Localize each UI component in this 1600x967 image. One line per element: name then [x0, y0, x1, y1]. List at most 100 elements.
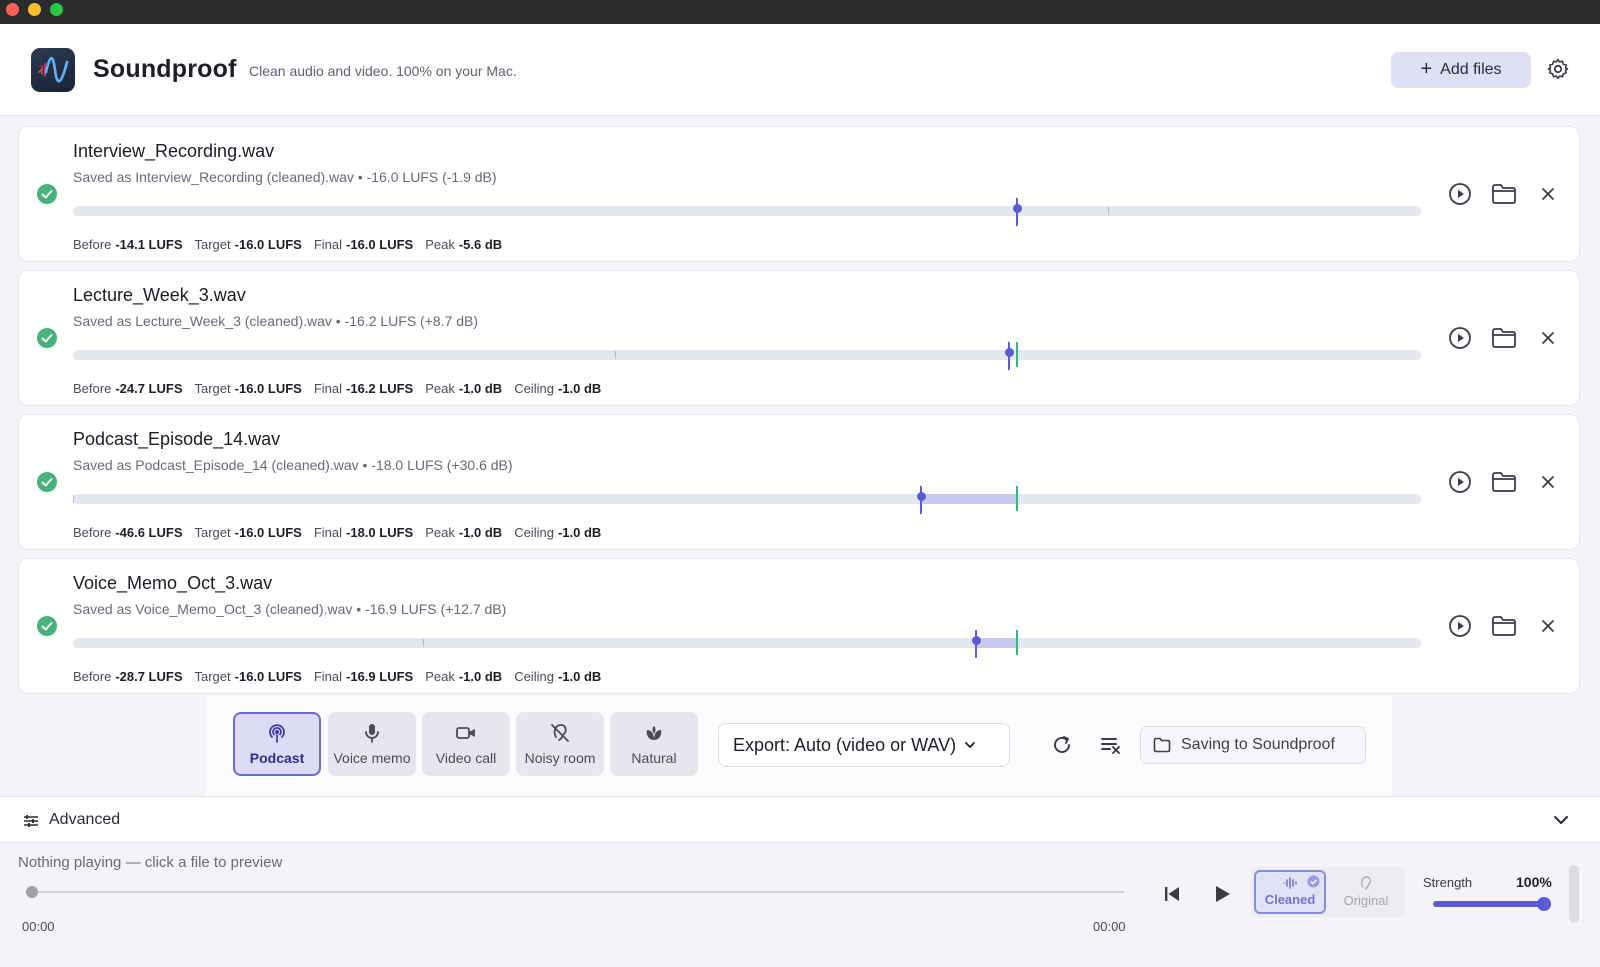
reprocess-button[interactable] [1046, 729, 1078, 761]
export-format-dropdown[interactable]: Export: Auto (video or WAV) [718, 723, 1010, 767]
skip-back-icon[interactable] [1163, 885, 1181, 903]
reveal-in-folder-button[interactable] [1482, 179, 1526, 209]
close-icon [1542, 620, 1554, 632]
gear-icon[interactable] [1546, 57, 1570, 81]
play-circle-icon [1449, 183, 1471, 205]
folder-icon [1492, 616, 1516, 636]
add-files-button[interactable]: + Add files [1391, 52, 1531, 88]
export-format-label: Export: Auto (video or WAV) [733, 734, 957, 755]
play-file-button[interactable] [1438, 179, 1482, 209]
play-file-button[interactable] [1438, 323, 1482, 353]
file-card[interactable]: Podcast_Episode_14.wav Saved as Podcast_… [18, 414, 1580, 550]
reveal-in-folder-button[interactable] [1482, 323, 1526, 353]
close-window-button[interactable] [6, 3, 19, 16]
file-card[interactable]: Lecture_Week_3.wav Saved as Lecture_Week… [18, 270, 1580, 406]
current-time: 00:00 [22, 919, 55, 934]
preset-label: Podcast [249, 750, 305, 766]
play-file-button[interactable] [1438, 611, 1482, 641]
advanced-section-toggle[interactable]: Advanced [0, 796, 1600, 843]
saved-as-text: Saved as Podcast_Episode_14 (cleaned).wa… [73, 457, 513, 473]
final-dot [972, 636, 981, 645]
file-card[interactable]: Interview_Recording.wav Saved as Intervi… [18, 126, 1580, 262]
preset-toolbar: Podcast Voice memo Video call Noisy room… [206, 696, 1392, 796]
video-camera-icon [456, 727, 475, 739]
clear-list-icon [1101, 738, 1120, 754]
remove-file-button[interactable] [1526, 467, 1570, 497]
microphone-icon [365, 724, 379, 743]
playback-scrubber[interactable] [26, 886, 1124, 898]
clear-list-button[interactable] [1095, 729, 1127, 761]
before-tick [73, 495, 74, 503]
preset-label: Voice memo [333, 750, 411, 766]
waveform-logo-icon [38, 56, 69, 83]
scrubber-thumb[interactable] [26, 886, 38, 898]
preset-label: Video call [435, 750, 497, 766]
reveal-in-folder-button[interactable] [1482, 467, 1526, 497]
remove-file-button[interactable] [1526, 611, 1570, 641]
folder-icon [1492, 328, 1516, 348]
loudness-stats: Before -24.7 LUFS Target -16.0 LUFS Final -… [73, 381, 602, 396]
check-badge-icon [1307, 875, 1320, 888]
loudness-track [73, 486, 1421, 514]
file-name: Interview_Recording.wav [73, 141, 275, 161]
app-logo [31, 48, 75, 92]
play-icon[interactable] [1212, 884, 1232, 904]
waveform-icon [1283, 877, 1297, 889]
preset-video-call[interactable]: Video call [422, 712, 510, 776]
app-window: Soundproof Clean audio and video. 100% o… [0, 24, 1600, 967]
play-circle-icon [1449, 615, 1471, 637]
preset-podcast[interactable]: Podcast [233, 712, 321, 776]
ear-off-icon [551, 724, 569, 742]
strength-value: 100% [1516, 874, 1552, 890]
play-circle-icon [1449, 471, 1471, 493]
file-card[interactable]: Voice_Memo_Oct_3.wav Saved as Voice_Memo… [18, 558, 1580, 694]
leaf-icon [646, 726, 662, 740]
now-playing-text: Nothing playing — click a file to previe… [18, 854, 283, 871]
before-tick [423, 639, 424, 647]
play-file-button[interactable] [1438, 467, 1482, 497]
loudness-stats: Before -14.1 LUFS Target -16.0 LUFS Final -… [73, 237, 503, 252]
target-marker [1016, 342, 1018, 367]
play-circle-icon [1449, 327, 1471, 349]
loudness-track [73, 630, 1421, 658]
folder-icon [1492, 472, 1516, 492]
preset-voice-memo[interactable]: Voice memo [328, 712, 416, 776]
loudness-track [73, 198, 1421, 226]
preset-label: Noisy room [524, 750, 596, 766]
file-name: Lecture_Week_3.wav [73, 285, 246, 305]
chevron-down-icon [1554, 816, 1568, 824]
file-name: Voice_Memo_Oct_3.wav [73, 573, 273, 593]
ear-icon [1360, 876, 1371, 890]
before-tick [1108, 207, 1109, 215]
zoom-window-button[interactable] [50, 3, 63, 16]
add-files-label: Add files [1440, 61, 1502, 78]
loudness-track [73, 342, 1421, 370]
success-check-icon [37, 616, 57, 636]
saved-as-text: Saved as Lecture_Week_3 (cleaned).wav • … [73, 313, 479, 329]
remove-file-button[interactable] [1526, 323, 1570, 353]
close-icon [1542, 476, 1554, 488]
loudness-stats: Before -28.7 LUFS Target -16.0 LUFS Final -… [73, 669, 602, 684]
minimize-window-button[interactable] [28, 3, 41, 16]
success-check-icon [37, 328, 57, 348]
reveal-in-folder-button[interactable] [1482, 611, 1526, 641]
original-toggle[interactable]: Original [1330, 870, 1402, 914]
target-marker [1016, 486, 1018, 511]
strength-slider[interactable] [1433, 897, 1551, 911]
gain-fill [976, 638, 1017, 648]
chevron-down-icon [965, 742, 975, 749]
strength-slider-thumb[interactable] [1537, 897, 1551, 911]
output-folder-label: Saving to Soundproof [1181, 736, 1335, 753]
preset-natural[interactable]: Natural [610, 712, 698, 776]
strength-label: Strength [1423, 875, 1473, 890]
folder-icon [1153, 737, 1171, 753]
advanced-label: Advanced [49, 811, 121, 828]
scrollbar[interactable] [1569, 865, 1579, 923]
ab-compare-toggle: Cleaned Original [1251, 867, 1405, 917]
podcast-icon [269, 724, 285, 743]
preset-noisy-room[interactable]: Noisy room [516, 712, 604, 776]
cleaned-toggle[interactable]: Cleaned [1254, 870, 1326, 914]
output-folder-button[interactable]: Saving to Soundproof [1140, 726, 1366, 764]
remove-file-button[interactable] [1526, 179, 1570, 209]
folder-icon [1492, 184, 1516, 204]
